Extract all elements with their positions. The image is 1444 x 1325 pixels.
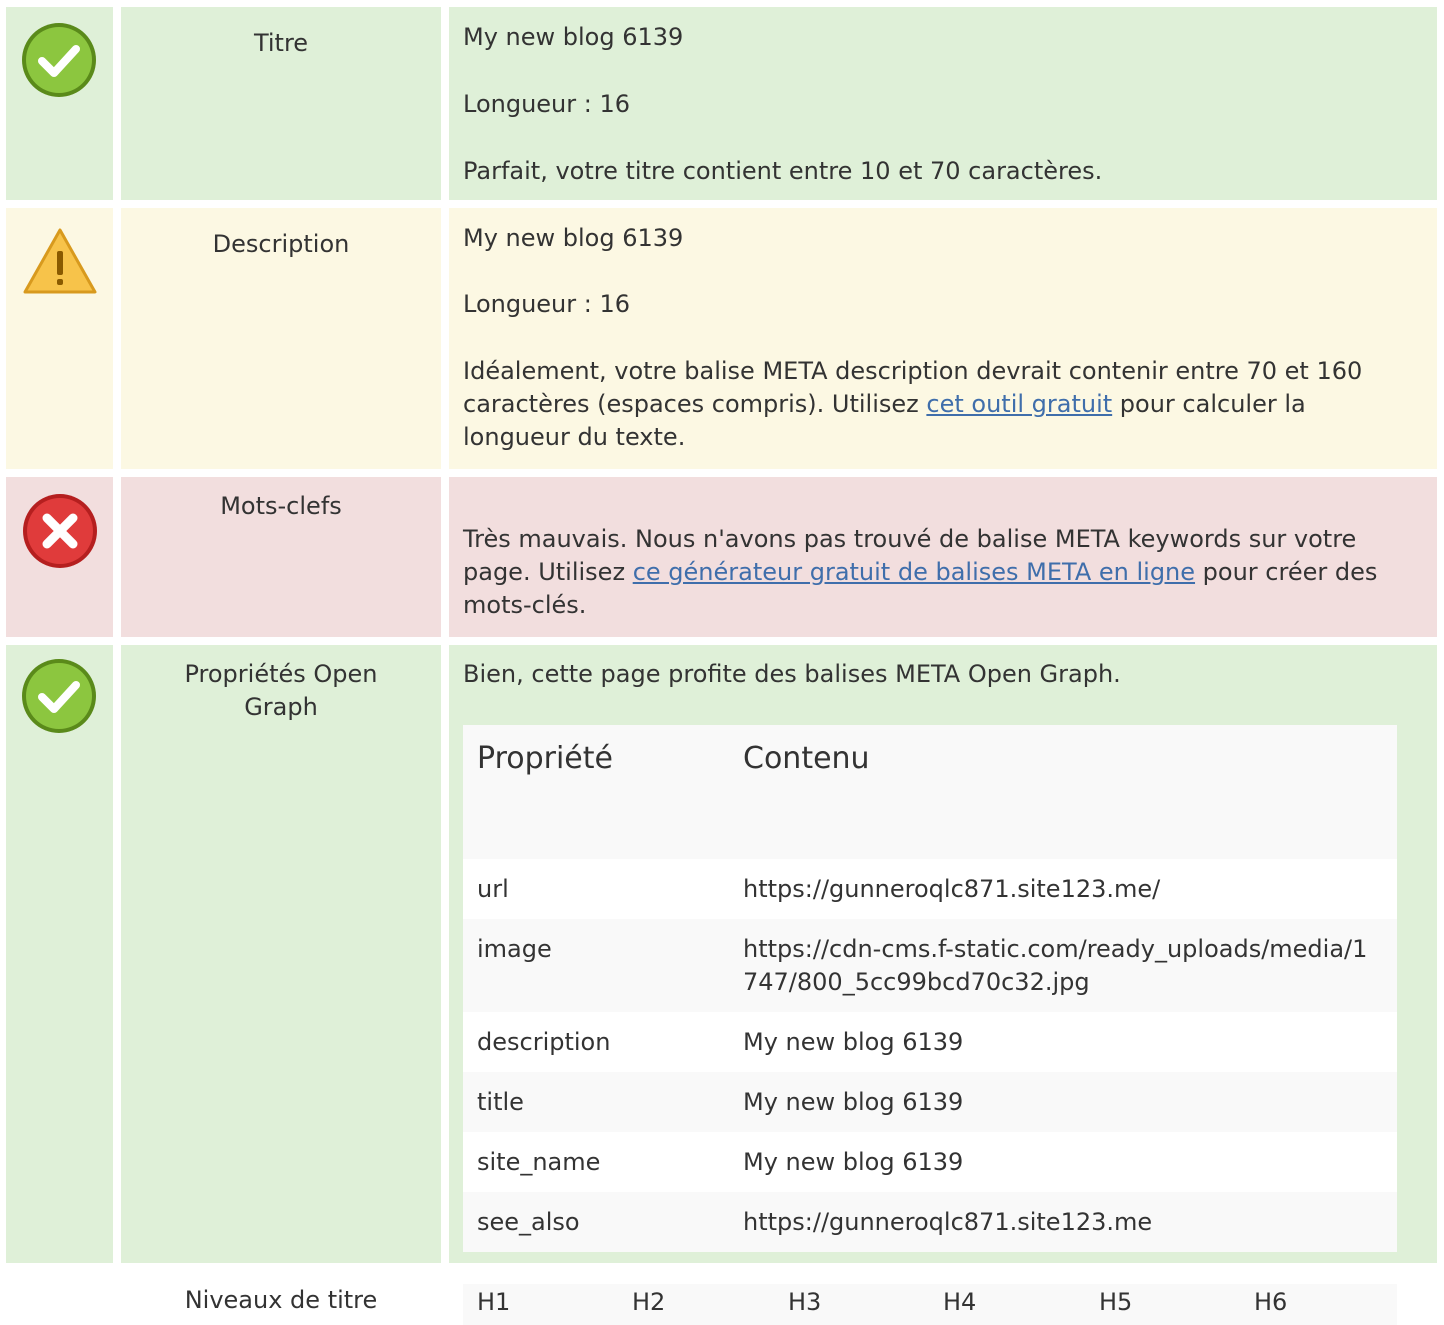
table-row: see_also https://gunneroqlc871.site123.m…	[463, 1192, 1397, 1252]
status-cell	[6, 477, 113, 637]
content-cell: https://gunneroqlc871.site123.me	[743, 1208, 1153, 1236]
check-circle-icon	[22, 659, 96, 733]
row-label: Titre	[253, 29, 309, 57]
property-cell: title	[477, 1088, 524, 1116]
row-label: Mots-clefs	[220, 492, 342, 520]
keywords-message: Très mauvais. Nous n'avons pas trouvé de…	[463, 523, 1413, 622]
table-row: title My new blog 6139	[463, 1072, 1397, 1132]
heading-level-h6: H6	[1254, 1288, 1288, 1316]
heading-level-h2: H2	[632, 1288, 666, 1316]
label-cell: Titre	[121, 7, 441, 200]
row-label: Propriétés Open Graph	[184, 660, 378, 721]
content-cell: Bien, cette page profite des balises MET…	[449, 645, 1437, 1263]
table-row: image https://cdn-cms.f-static.com/ready…	[463, 919, 1397, 1012]
row-label: Description	[212, 230, 350, 258]
status-cell	[6, 208, 113, 469]
description-value: My new blog 6139	[463, 224, 684, 252]
title-message: Parfait, votre titre contient entre 10 e…	[463, 157, 1103, 185]
heading-level-h3: H3	[788, 1288, 822, 1316]
table-row: url https://gunneroqlc871.site123.me/	[463, 859, 1397, 919]
heading-level-h4: H4	[943, 1288, 977, 1316]
label-cell: Mots-clefs	[121, 477, 441, 637]
property-cell: see_also	[477, 1208, 580, 1236]
label-cell: Niveaux de titre	[121, 1264, 441, 1325]
headings-row: Niveaux de titre H1 H2 H3 H4 H5 H6	[0, 1264, 1444, 1325]
status-cell	[6, 645, 113, 1263]
content-cell: My new blog 6139	[743, 1148, 964, 1176]
content-cell: H1 H2 H3 H4 H5 H6	[449, 1264, 1437, 1325]
table-row: description My new blog 6139	[463, 1012, 1397, 1072]
heading-level-h1: H1	[477, 1288, 511, 1316]
column-header-content: Contenu	[743, 741, 870, 776]
description-message: Idéalement, votre balise META descriptio…	[463, 355, 1413, 454]
description-length: Longueur : 16	[463, 290, 631, 318]
warning-triangle-icon	[23, 228, 97, 294]
check-circle-icon	[22, 23, 96, 97]
description-row: Description My new blog 6139 Longueur : …	[0, 208, 1444, 469]
open-graph-message: Bien, cette page profite des balises MET…	[463, 660, 1121, 688]
title-length: Longueur : 16	[463, 90, 631, 118]
label-cell: Propriétés Open Graph	[121, 645, 441, 1263]
heading-level-h5: H5	[1099, 1288, 1133, 1316]
table-header: Propriété Contenu	[463, 725, 1397, 859]
headings-table: H1 H2 H3 H4 H5 H6	[463, 1284, 1397, 1325]
title-value: My new blog 6139	[463, 23, 684, 51]
length-tool-link[interactable]: cet outil gratuit	[926, 390, 1112, 418]
status-cell	[6, 7, 113, 200]
error-x-circle-icon	[23, 494, 97, 568]
label-cell: Description	[121, 208, 441, 469]
meta-generator-link[interactable]: ce générateur gratuit de balises META en…	[633, 558, 1195, 586]
content-cell: My new blog 6139 Longueur : 16 Idéalemen…	[449, 208, 1437, 469]
content-cell: https://gunneroqlc871.site123.me/	[743, 875, 1161, 903]
title-row: Titre My new blog 6139 Longueur : 16 Par…	[0, 7, 1444, 200]
open-graph-table: Propriété Contenu url https://gunneroqlc…	[463, 725, 1397, 1252]
content-cell: My new blog 6139	[743, 1028, 964, 1056]
open-graph-row: Propriétés Open Graph Bien, cette page p…	[0, 645, 1444, 1263]
row-label: Niveaux de titre	[184, 1286, 378, 1314]
property-cell: description	[477, 1028, 611, 1056]
content-cell: My new blog 6139	[743, 1088, 964, 1116]
property-cell: url	[477, 875, 509, 903]
content-cell: My new blog 6139 Longueur : 16 Parfait, …	[449, 7, 1437, 200]
keywords-row: Mots-clefs Très mauvais. Nous n'avons pa…	[0, 477, 1444, 637]
content-cell: Très mauvais. Nous n'avons pas trouvé de…	[449, 477, 1437, 637]
property-cell: site_name	[477, 1148, 601, 1176]
property-cell: image	[477, 935, 552, 963]
column-header-property: Propriété	[477, 741, 613, 776]
table-row: site_name My new blog 6139	[463, 1132, 1397, 1192]
content-cell: https://cdn-cms.f-static.com/ready_uploa…	[743, 935, 1368, 996]
